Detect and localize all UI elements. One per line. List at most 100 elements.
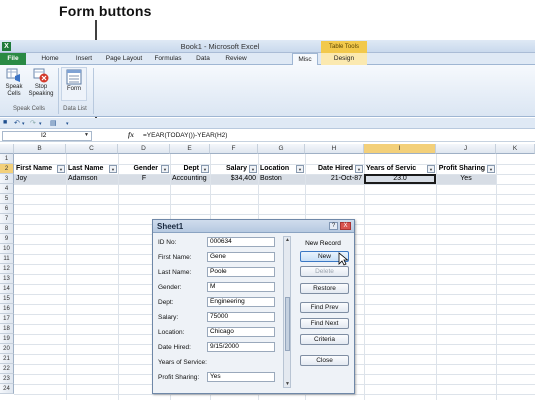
first-name-field[interactable]: Gene xyxy=(207,252,275,262)
tab-review[interactable]: Review xyxy=(221,53,251,65)
row-header[interactable]: 14 xyxy=(0,284,14,294)
last-name-field[interactable]: Poole xyxy=(207,267,275,277)
row-header[interactable]: 4 xyxy=(0,184,14,194)
table-header-cell[interactable]: Profit Sharing xyxy=(436,164,487,174)
row-header[interactable]: 15 xyxy=(0,294,14,304)
filter-dropdown-icon[interactable]: ▼ xyxy=(201,165,209,173)
table-header-cell[interactable]: First Name xyxy=(14,164,56,174)
table-header-cell[interactable]: Years of Servic xyxy=(364,164,427,174)
table-cell[interactable]: Adamson xyxy=(66,174,118,184)
row-header[interactable]: 10 xyxy=(0,244,14,254)
name-box[interactable]: I2 xyxy=(2,131,92,141)
table-cell[interactable]: 23.0 xyxy=(364,174,436,184)
column-header[interactable]: C xyxy=(66,144,118,154)
row-header[interactable]: 1 xyxy=(0,154,14,164)
form-button[interactable]: Form xyxy=(61,67,87,101)
redo-dropdown-icon[interactable]: ▾ xyxy=(39,121,42,127)
table-cell[interactable]: Boston xyxy=(258,174,305,184)
record-scrollbar[interactable]: ▲ ▼ xyxy=(283,236,291,388)
scroll-down-icon[interactable]: ▼ xyxy=(284,381,291,387)
form-qat-icon[interactable]: ▤ xyxy=(50,119,57,127)
row-header[interactable]: 17 xyxy=(0,314,14,324)
column-header[interactable]: E xyxy=(170,144,210,154)
row-header[interactable]: 3 xyxy=(0,174,14,184)
find-next-button[interactable]: Find Next xyxy=(300,318,349,329)
dialog-titlebar[interactable]: Sheet1 ? X xyxy=(153,220,354,233)
close-button[interactable]: Close xyxy=(300,355,349,366)
table-header-cell[interactable]: Dept xyxy=(170,164,201,174)
profit-sharing-field[interactable]: Yes xyxy=(207,372,275,382)
redo-icon[interactable]: ↷ xyxy=(30,119,36,127)
tab-formulas[interactable]: Formulas xyxy=(150,53,186,65)
close-icon[interactable]: X xyxy=(340,222,351,230)
row-header[interactable]: 13 xyxy=(0,274,14,284)
tab-home[interactable]: Home xyxy=(36,53,64,65)
tab-design[interactable]: Design xyxy=(321,53,367,65)
column-header[interactable]: G xyxy=(258,144,305,154)
column-header[interactable]: I xyxy=(364,144,436,154)
column-header[interactable]: J xyxy=(436,144,496,154)
insert-function-icon[interactable]: fx xyxy=(128,131,134,139)
location-field[interactable]: Chicago xyxy=(207,327,275,337)
tab-data[interactable]: Data xyxy=(191,53,215,65)
table-header-cell[interactable]: Last Name xyxy=(66,164,108,174)
name-box-dropdown-icon[interactable]: ▼ xyxy=(84,132,89,138)
table-cell[interactable]: Joy xyxy=(14,174,66,184)
stop-speaking-button[interactable]: Stop Speaking xyxy=(27,67,55,97)
table-header-cell[interactable]: Location xyxy=(258,164,296,174)
filter-dropdown-icon[interactable]: ▼ xyxy=(161,165,169,173)
find-prev-button[interactable]: Find Prev xyxy=(300,302,349,313)
filter-dropdown-icon[interactable]: ▼ xyxy=(249,165,257,173)
customize-qat-icon[interactable]: ▾ xyxy=(66,121,69,127)
row-header[interactable]: 18 xyxy=(0,324,14,334)
id-no-field[interactable]: 000634 xyxy=(207,237,275,247)
dept-field[interactable]: Engineering xyxy=(207,297,275,307)
row-header[interactable]: 8 xyxy=(0,224,14,234)
row-header[interactable]: 12 xyxy=(0,264,14,274)
row-header[interactable]: 9 xyxy=(0,234,14,244)
gender-field[interactable]: M xyxy=(207,282,275,292)
tab-file[interactable]: File xyxy=(0,53,26,65)
undo-icon[interactable]: ↶ xyxy=(14,119,20,127)
row-header[interactable]: 5 xyxy=(0,194,14,204)
table-cell[interactable]: Yes xyxy=(436,174,496,184)
row-header[interactable]: 22 xyxy=(0,364,14,374)
filter-dropdown-icon[interactable]: ▼ xyxy=(355,165,363,173)
save-icon[interactable]: ■ xyxy=(3,119,7,126)
filter-dropdown-icon[interactable]: ▼ xyxy=(296,165,304,173)
table-cell[interactable]: Accounting xyxy=(170,174,210,184)
table-cell[interactable]: $34,400 xyxy=(210,174,258,184)
row-header[interactable]: 2 xyxy=(0,164,14,174)
table-header-cell[interactable]: Salary xyxy=(210,164,249,174)
excel-app-icon[interactable]: X xyxy=(2,42,11,51)
filter-dropdown-icon[interactable]: ▼ xyxy=(487,165,495,173)
row-header[interactable]: 11 xyxy=(0,254,14,264)
filter-dropdown-icon[interactable]: ▼ xyxy=(427,165,435,173)
restore-button[interactable]: Restore xyxy=(300,283,349,294)
column-header[interactable]: H xyxy=(305,144,364,154)
filter-dropdown-icon[interactable]: ▼ xyxy=(109,165,117,173)
tab-insert[interactable]: Insert xyxy=(69,53,99,65)
row-header[interactable]: 16 xyxy=(0,304,14,314)
undo-dropdown-icon[interactable]: ▾ xyxy=(22,121,25,127)
column-header[interactable]: B xyxy=(14,144,66,154)
row-header[interactable]: 19 xyxy=(0,334,14,344)
column-header[interactable]: F xyxy=(210,144,258,154)
row-header[interactable]: 21 xyxy=(0,354,14,364)
row-header[interactable]: 6 xyxy=(0,204,14,214)
scroll-thumb[interactable] xyxy=(285,297,290,351)
date-hired-field[interactable]: 9/15/2000 xyxy=(207,342,275,352)
help-icon[interactable]: ? xyxy=(329,222,338,230)
tab-page-layout[interactable]: Page Layout xyxy=(103,53,145,65)
scroll-up-icon[interactable]: ▲ xyxy=(284,237,291,243)
select-all-corner[interactable] xyxy=(0,144,14,154)
table-cell[interactable]: F xyxy=(118,174,170,184)
row-header[interactable]: 23 xyxy=(0,374,14,384)
row-header[interactable]: 20 xyxy=(0,344,14,354)
table-cell[interactable]: 21-Oct-87 xyxy=(305,174,364,184)
table-header-cell[interactable]: Date Hired xyxy=(305,164,355,174)
column-header[interactable]: D xyxy=(118,144,170,154)
column-header[interactable]: K xyxy=(496,144,535,154)
delete-button[interactable]: Delete xyxy=(300,266,349,277)
salary-field[interactable]: 75000 xyxy=(207,312,275,322)
